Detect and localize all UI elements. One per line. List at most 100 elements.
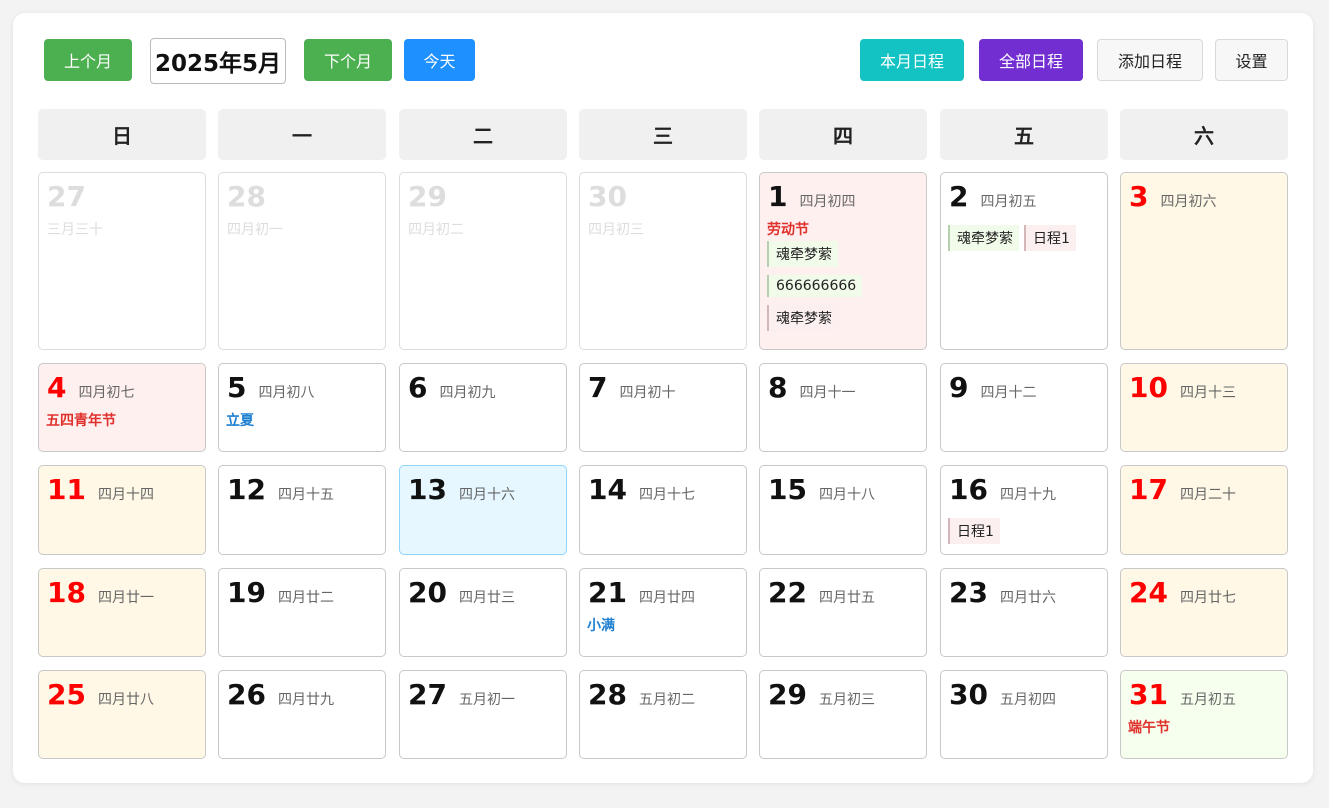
day-number: 19 [227, 576, 266, 609]
lunar-date: 四月初九 [439, 385, 496, 401]
day-cell[interactable]: 28 五月初二 [579, 670, 747, 759]
day-number: 25 [47, 678, 86, 711]
day-number: 29 [768, 678, 807, 711]
day-cell[interactable]: 20 四月廿三 [399, 568, 567, 657]
all-schedule-button[interactable]: 全部日程 [979, 39, 1083, 81]
lunar-date: 四月廿五 [818, 590, 875, 606]
day-cell[interactable]: 2 四月初五 魂牵梦萦 日程1 [940, 172, 1108, 350]
schedule-item[interactable]: 魂牵梦萦 [948, 225, 1019, 251]
day-number: 2 [949, 180, 969, 213]
lunar-date: 四月十一 [799, 385, 856, 401]
lunar-date: 四月初五 [980, 194, 1037, 210]
day-cell[interactable]: 6 四月初九 [399, 363, 567, 452]
day-cell[interactable]: 29 五月初三 [759, 670, 927, 759]
day-cell[interactable]: 3 四月初六 [1120, 172, 1288, 350]
day-cell[interactable]: 26 四月廿九 [218, 670, 386, 759]
day-number: 27 [408, 678, 447, 711]
day-cell[interactable]: 17 四月二十 [1120, 465, 1288, 555]
lunar-date: 四月十四 [97, 487, 154, 503]
day-number: 27 [47, 180, 86, 213]
lunar-date: 四月廿一 [97, 590, 154, 606]
festival-label: 五四青年节 [46, 413, 116, 429]
day-number: 22 [768, 576, 807, 609]
day-cell[interactable]: 30 四月初三 [579, 172, 747, 350]
day-cell[interactable]: 12 四月十五 [218, 465, 386, 555]
day-cell[interactable]: 27 五月初一 [399, 670, 567, 759]
lunar-date: 三月三十 [47, 222, 103, 238]
day-cell[interactable]: 9 四月十二 [940, 363, 1108, 452]
day-cell[interactable]: 7 四月初十 [579, 363, 747, 452]
day-cell[interactable]: 18 四月廿一 [38, 568, 206, 657]
next-month-button[interactable]: 下个月 [304, 39, 392, 81]
festival-label: 劳动节 [767, 222, 809, 238]
lunar-date: 四月十三 [1179, 385, 1236, 401]
weekday-sat: 六 [1120, 109, 1288, 160]
month-title: 2025年5月 [150, 38, 286, 84]
day-number: 28 [588, 678, 627, 711]
day-cell[interactable]: 8 四月十一 [759, 363, 927, 452]
weekday-fri: 五 [940, 109, 1108, 160]
day-cell[interactable]: 22 四月廿五 [759, 568, 927, 657]
day-number: 30 [949, 678, 988, 711]
month-schedule-button[interactable]: 本月日程 [860, 39, 964, 81]
day-number: 16 [949, 473, 988, 506]
day-number: 17 [1129, 473, 1168, 506]
lunar-date: 四月初一 [227, 222, 283, 238]
schedule-item[interactable]: 666666666 [767, 275, 863, 297]
lunar-date: 四月廿四 [638, 590, 695, 606]
lunar-date: 四月十二 [980, 385, 1037, 401]
day-cell[interactable]: 21 四月廿四 小满 [579, 568, 747, 657]
day-cell[interactable]: 1 四月初四 劳动节 魂牵梦萦 666666666 魂牵梦萦 [759, 172, 927, 350]
festival-label: 端午节 [1128, 720, 1170, 736]
day-cell[interactable]: 30 五月初四 [940, 670, 1108, 759]
settings-button[interactable]: 设置 [1215, 39, 1288, 81]
day-cell[interactable]: 25 四月廿八 [38, 670, 206, 759]
lunar-date: 四月十六 [458, 487, 515, 503]
day-cell[interactable]: 5 四月初八 立夏 [218, 363, 386, 452]
day-cell[interactable]: 15 四月十八 [759, 465, 927, 555]
day-cell[interactable]: 16 四月十九 日程1 [940, 465, 1108, 555]
day-cell[interactable]: 4 四月初七 五四青年节 [38, 363, 206, 452]
day-cell[interactable]: 10 四月十三 [1120, 363, 1288, 452]
schedule-item[interactable]: 日程1 [1024, 225, 1076, 251]
day-cell[interactable]: 11 四月十四 [38, 465, 206, 555]
lunar-date: 四月初十 [619, 385, 676, 401]
schedule-item[interactable]: 魂牵梦萦 [767, 305, 838, 331]
lunar-date: 四月初四 [799, 194, 856, 210]
day-number: 9 [949, 371, 969, 404]
day-number: 26 [227, 678, 266, 711]
day-cell[interactable]: 28 四月初一 [218, 172, 386, 350]
day-number: 7 [588, 371, 608, 404]
day-number: 21 [588, 576, 627, 609]
weekday-sun: 日 [38, 109, 206, 160]
day-cell[interactable]: 19 四月廿二 [218, 568, 386, 657]
day-number: 18 [47, 576, 86, 609]
day-number: 5 [227, 371, 247, 404]
prev-month-button[interactable]: 上个月 [44, 39, 132, 81]
day-cell[interactable]: 27 三月三十 [38, 172, 206, 350]
day-number: 24 [1129, 576, 1168, 609]
weekday-tue: 二 [399, 109, 567, 160]
day-cell[interactable]: 23 四月廿六 [940, 568, 1108, 657]
day-cell[interactable]: 14 四月十七 [579, 465, 747, 555]
lunar-date: 四月初三 [588, 222, 644, 238]
day-cell[interactable]: 31 五月初五 端午节 [1120, 670, 1288, 759]
day-number: 23 [949, 576, 988, 609]
day-number: 14 [588, 473, 627, 506]
schedule-item[interactable]: 魂牵梦萦 [767, 241, 838, 267]
schedule-item[interactable]: 日程1 [948, 518, 1000, 544]
day-cell[interactable]: 29 四月初二 [399, 172, 567, 350]
add-schedule-button[interactable]: 添加日程 [1097, 39, 1203, 81]
solar-term-label: 立夏 [226, 413, 254, 429]
lunar-date: 四月初七 [78, 385, 135, 401]
calendar-card: 上个月 2025年5月 下个月 今天 本月日程 全部日程 添加日程 设置 日 一… [13, 13, 1313, 783]
day-cell-today[interactable]: 13 四月十六 [399, 465, 567, 555]
lunar-date: 四月初八 [258, 385, 315, 401]
day-number: 29 [408, 180, 447, 213]
lunar-date: 四月十八 [818, 487, 875, 503]
weekday-wed: 三 [579, 109, 747, 160]
today-button[interactable]: 今天 [404, 39, 475, 81]
lunar-date: 五月初一 [458, 692, 515, 708]
day-cell[interactable]: 24 四月廿七 [1120, 568, 1288, 657]
lunar-date: 五月初三 [818, 692, 875, 708]
